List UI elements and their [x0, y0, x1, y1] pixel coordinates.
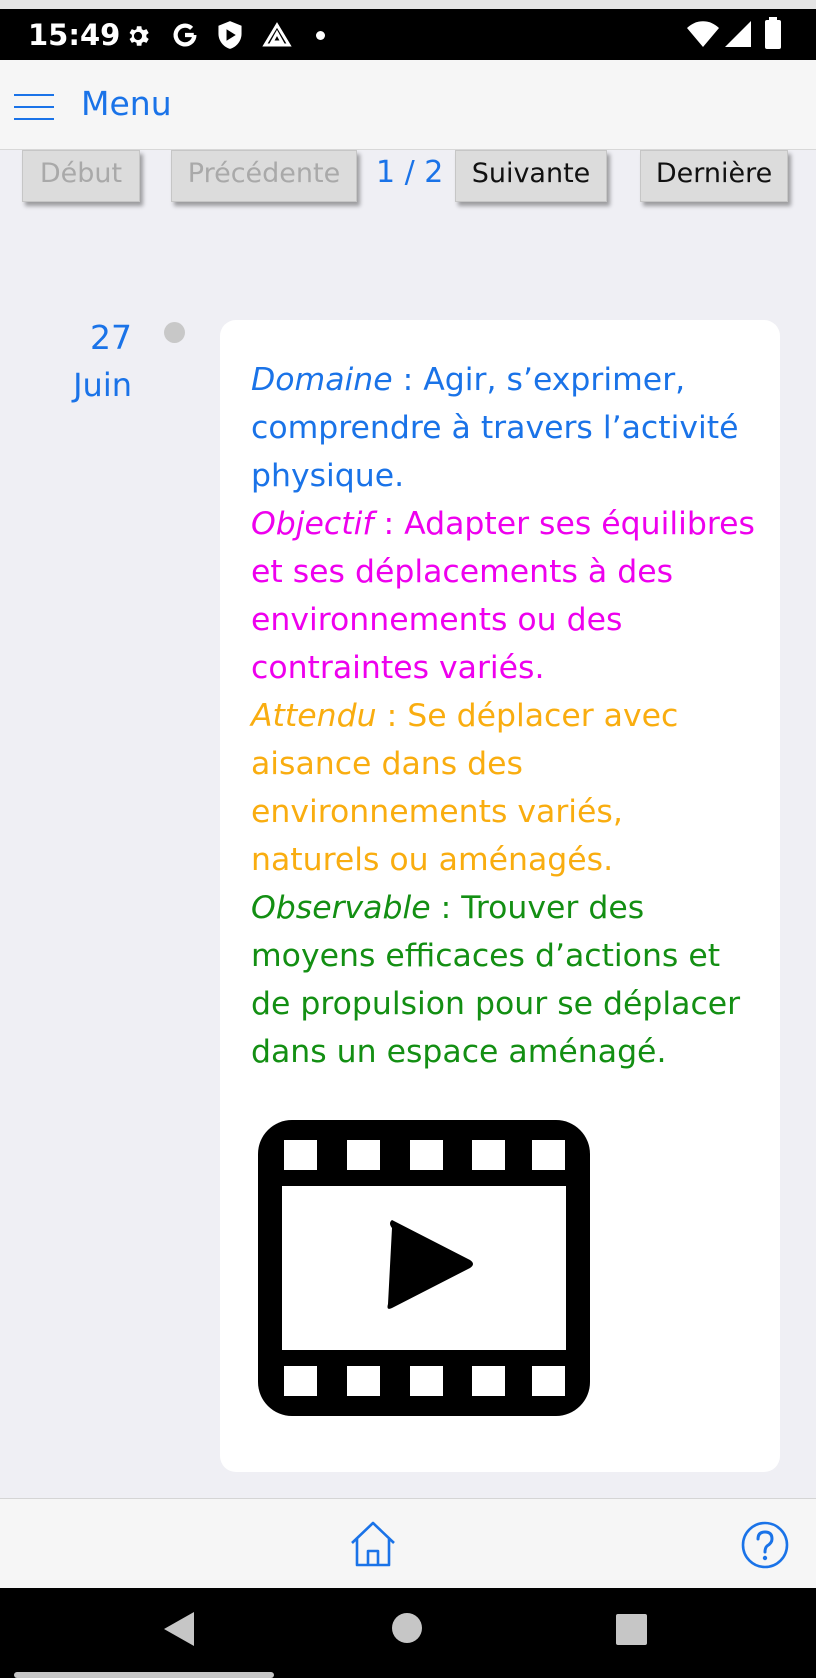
objectif-paragraph: Objectif : Adapter ses équilibres et ses… [251, 500, 761, 692]
attendu-label: Attendu [251, 698, 377, 734]
video-film-play-icon[interactable] [258, 1120, 590, 1416]
domaine-label: Domaine [251, 362, 393, 398]
hamburger-icon[interactable] [14, 94, 54, 122]
menu-button[interactable]: Menu [81, 84, 172, 123]
entry-month: Juin [73, 366, 132, 404]
objectif-label: Objectif [251, 506, 374, 542]
google-icon [173, 23, 197, 47]
cell-signal-icon [725, 21, 751, 47]
status-bar: 15:49 [0, 0, 816, 60]
home-circle-icon[interactable] [392, 1613, 422, 1643]
battery-icon [765, 17, 781, 49]
last-page-button[interactable]: Dernière [640, 150, 788, 202]
attendu-paragraph: Attendu : Se déplacer avec aisance dans … [251, 692, 761, 884]
gesture-handle [14, 1672, 274, 1678]
domaine-paragraph: Domaine : Agir, s’exprimer, comprendre à… [251, 356, 761, 500]
drive-icon [262, 22, 292, 47]
back-icon[interactable] [162, 1610, 196, 1648]
entry-day: 27 [90, 318, 132, 357]
entry-text: Domaine : Agir, s’exprimer, comprendre à… [251, 356, 761, 1076]
help-circle-icon[interactable] [741, 1521, 789, 1569]
bottom-bar [0, 1498, 816, 1588]
entry-card: Domaine : Agir, s’exprimer, comprendre à… [220, 320, 780, 1472]
app-header: Menu [0, 60, 816, 150]
previous-page-button[interactable]: Précédente [171, 150, 357, 202]
wifi-icon [687, 21, 719, 47]
recents-icon[interactable] [616, 1614, 647, 1645]
system-nav-bar [0, 1588, 816, 1678]
next-page-button[interactable]: Suivante [455, 150, 607, 202]
observable-paragraph: Observable : Trouver des moyens efficace… [251, 884, 761, 1076]
home-icon[interactable] [348, 1519, 398, 1569]
notification-dot-icon [316, 31, 325, 40]
status-bar-top-strip [0, 0, 816, 9]
pagination-bar: Début Précédente 1 / 2 Suivante Dernière [0, 150, 816, 210]
status-time: 15:49 [28, 18, 121, 52]
page-indicator: 1 / 2 [376, 155, 444, 190]
shield-play-icon [218, 21, 242, 49]
observable-label: Observable [251, 890, 431, 926]
timeline-dot [164, 322, 185, 343]
gear-icon [129, 26, 149, 46]
first-page-button[interactable]: Début [22, 150, 140, 202]
